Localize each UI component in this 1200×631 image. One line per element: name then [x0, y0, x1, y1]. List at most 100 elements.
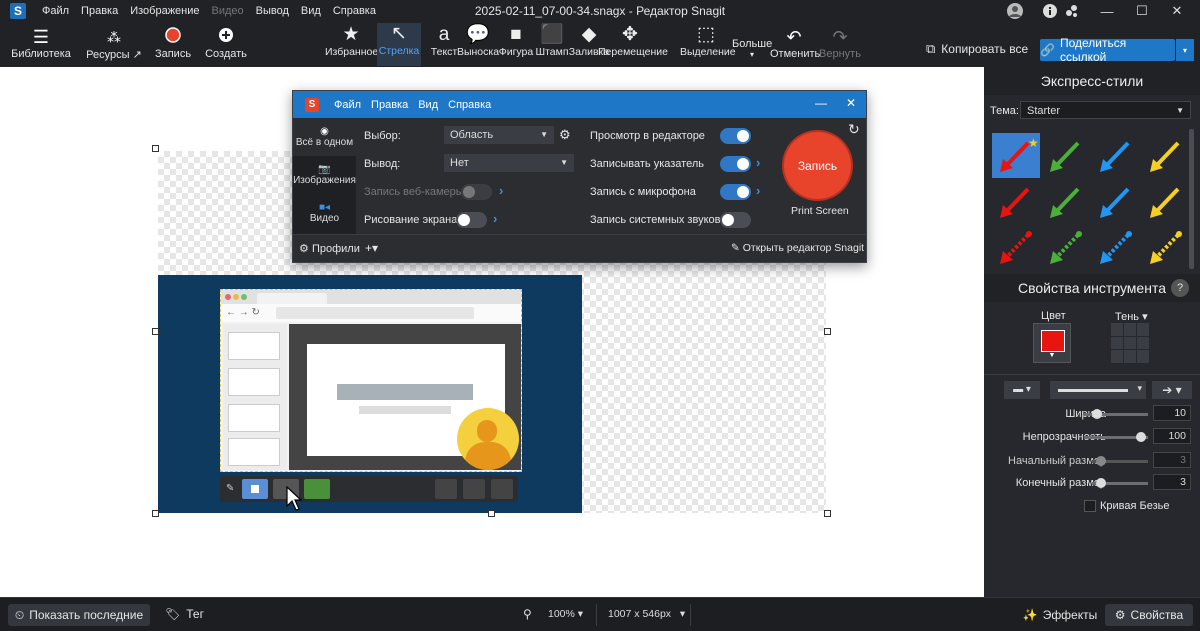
tool-8[interactable]: ⬚ Выделение [680, 24, 736, 58]
width-input[interactable]: 10 [1153, 405, 1191, 421]
help-icon[interactable]: ? [1171, 279, 1189, 297]
capture-minimize-icon[interactable]: — [815, 96, 827, 110]
quick-style-arrow[interactable] [1042, 133, 1090, 178]
resources-button[interactable]: ⁂ Ресурсы ↗ [82, 26, 146, 61]
more-button[interactable]: Больше ▾ [732, 38, 772, 59]
share-link-button[interactable]: 🔗 Поделиться ссылкой [1040, 36, 1175, 64]
line-end-dropdown[interactable]: ➔ ▾ [1152, 381, 1192, 399]
end-size-slider[interactable] [1092, 478, 1148, 488]
tool-0[interactable]: ★ Избранное [325, 24, 378, 58]
quick-style-arrow[interactable] [1142, 225, 1190, 270]
effects-label: Эффекты [1042, 608, 1098, 622]
selection-value: Область [450, 129, 494, 141]
quick-style-arrow[interactable] [992, 179, 1040, 224]
resize-handle[interactable] [824, 510, 831, 517]
line-start-dropdown[interactable]: ▬ ▾ [1004, 381, 1040, 399]
theme-dropdown[interactable]: Starter ▼ [1020, 101, 1191, 119]
menu-item-1[interactable]: Правка [81, 5, 118, 17]
close-window-icon[interactable]: ✕ [1162, 0, 1192, 22]
opacity-input[interactable]: 100 [1153, 428, 1191, 444]
line-style-dropdown[interactable]: ▾ [1050, 381, 1146, 399]
chevron-right-icon[interactable]: › [499, 183, 503, 198]
share-dropdown[interactable]: ▾ [1176, 39, 1194, 61]
chevron-right-icon[interactable]: › [493, 211, 497, 226]
menu-item-5[interactable]: Вид [301, 5, 321, 17]
properties-button[interactable]: ⚙ Свойства [1105, 604, 1193, 626]
menu-item-2[interactable]: Изображение [130, 5, 199, 17]
color-swatch-button[interactable]: ▼ [1033, 323, 1071, 363]
output-dropdown[interactable]: Нет ▼ [444, 154, 574, 172]
capture-button[interactable]: Запись [784, 132, 851, 199]
capture-menu-item-3[interactable]: Справка [448, 99, 491, 111]
resize-handle[interactable] [152, 145, 159, 152]
menu-item-0[interactable]: Файл [42, 5, 69, 17]
start-size-slider[interactable] [1092, 456, 1148, 466]
quick-style-arrow[interactable]: ★ [992, 133, 1040, 178]
styles-scrollbar[interactable] [1189, 129, 1194, 269]
redo-button[interactable]: ↷ Вернуть [818, 26, 862, 60]
quick-style-arrow[interactable] [1092, 133, 1140, 178]
shadow-dropdown[interactable]: Тень ▾ [1115, 310, 1148, 323]
tool-1[interactable]: ↖ Стрелка [377, 23, 421, 66]
capture-close-icon[interactable]: ✕ [846, 96, 856, 110]
selection-gear-icon[interactable]: ⚙ [559, 127, 571, 143]
canvas-size-dropdown[interactable]: 1007 x 546px ▾ [608, 608, 685, 620]
end-size-input[interactable]: 3 [1153, 474, 1191, 490]
account-icon[interactable] [1003, 0, 1027, 22]
tag-button[interactable]: 🏷 Тег [165, 607, 204, 621]
quick-style-arrow[interactable] [1142, 179, 1190, 224]
preview-toggle[interactable] [720, 128, 751, 144]
resize-handle[interactable] [488, 510, 495, 517]
open-editor-link[interactable]: ✎ Открыть редактор Snagit [731, 242, 864, 254]
quick-style-arrow[interactable] [1092, 225, 1140, 270]
mode-video[interactable]: ■◂ Видео [293, 194, 356, 232]
undo-button[interactable]: ↶ Отменить [770, 26, 820, 60]
library-button[interactable]: ☰ Библиотека [8, 26, 74, 60]
record-button[interactable]: Запись [150, 26, 196, 60]
selection-dropdown[interactable]: Область ▼ [444, 126, 554, 144]
reset-icon[interactable]: ↻ [848, 121, 860, 138]
tool-7[interactable]: ✥ Перемещение [598, 24, 668, 58]
quick-style-arrow[interactable] [1042, 225, 1090, 270]
chevron-right-icon[interactable]: › [756, 155, 760, 170]
mode-images[interactable]: 📷 Изображения [293, 156, 356, 194]
info-icon[interactable] [1040, 0, 1060, 22]
resize-handle[interactable] [152, 510, 159, 517]
copy-all-button[interactable]: ⧉ Копировать все [926, 41, 1028, 57]
maximize-icon[interactable]: ☐ [1127, 0, 1157, 22]
opacity-slider[interactable] [1084, 432, 1148, 442]
quick-style-arrow[interactable] [1142, 133, 1190, 178]
draw-toggle[interactable] [456, 212, 487, 228]
capture-menu-item-0[interactable]: Файл [334, 99, 361, 111]
quick-style-arrow[interactable] [992, 225, 1040, 270]
create-button[interactable]: Создать [200, 26, 252, 60]
chevron-right-icon[interactable]: › [756, 183, 760, 198]
community-icon[interactable] [1062, 0, 1082, 22]
zoom-dropdown[interactable]: 100% ▾ [548, 608, 583, 620]
add-profile-icon[interactable]: +▾ [365, 241, 378, 255]
show-recent-button[interactable]: ⏲ Показать последние [8, 604, 150, 626]
width-slider[interactable] [1084, 409, 1148, 419]
minimize-icon[interactable]: — [1092, 0, 1122, 22]
resize-handle[interactable] [152, 328, 159, 335]
profiles-button[interactable]: ⚙ Профили [299, 242, 360, 255]
hotkey-label: Print Screen [791, 205, 849, 217]
cursor-toggle[interactable] [720, 156, 751, 172]
start-size-input[interactable]: 3 [1153, 452, 1191, 468]
webcam-toggle[interactable] [461, 184, 492, 200]
menu-item-3[interactable]: Видео [212, 5, 244, 17]
shadow-grid[interactable] [1111, 323, 1149, 363]
resize-handle[interactable] [824, 328, 831, 335]
menu-item-4[interactable]: Вывод [256, 5, 289, 17]
menu-item-6[interactable]: Справка [333, 5, 376, 17]
quick-style-arrow[interactable] [1092, 179, 1140, 224]
effects-button[interactable]: ✨ Эффекты [1020, 604, 1100, 626]
mode-all-in-one[interactable]: ◉ Всё в одном [293, 118, 356, 156]
quick-style-arrow[interactable] [1042, 179, 1090, 224]
capture-menu-item-2[interactable]: Вид [418, 99, 438, 111]
sysaudio-toggle[interactable] [720, 212, 751, 228]
open-editor-label: Открыть редактор Snagit [742, 242, 865, 254]
bezier-checkbox[interactable] [1084, 500, 1096, 512]
mic-toggle[interactable] [720, 184, 751, 200]
capture-menu-item-1[interactable]: Правка [371, 99, 408, 111]
